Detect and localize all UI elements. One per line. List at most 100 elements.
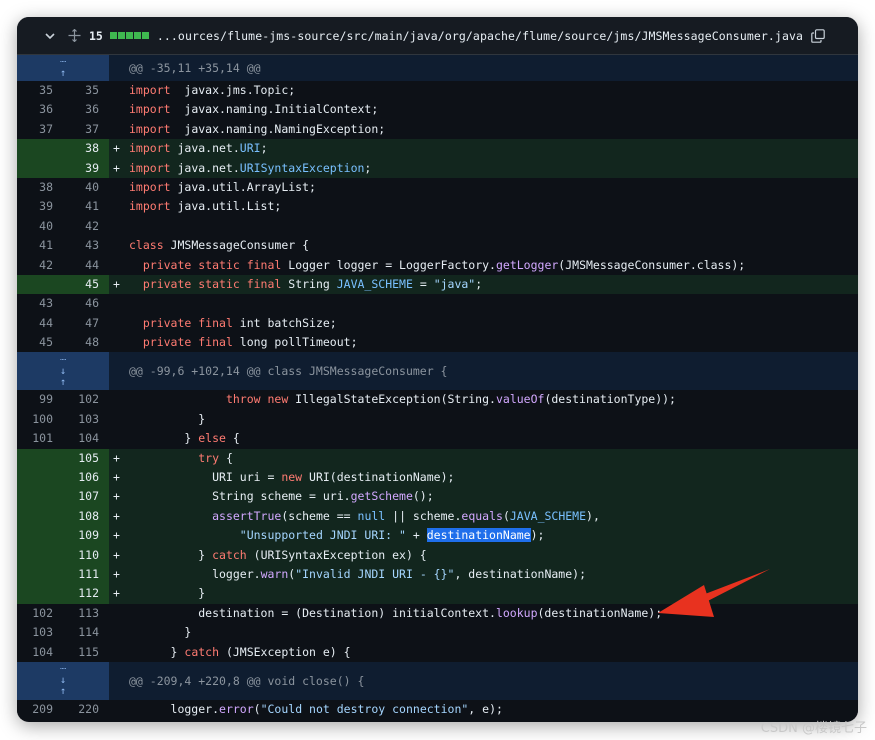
- new-line-number[interactable]: 35: [63, 81, 109, 100]
- new-line-number[interactable]: 47: [63, 314, 109, 333]
- code-token: URI uri =: [129, 470, 282, 485]
- new-line-number[interactable]: 108: [63, 506, 109, 527]
- copy-icon[interactable]: [811, 28, 825, 43]
- old-line-number[interactable]: 209: [17, 700, 63, 719]
- change-count: 15: [89, 28, 103, 43]
- old-line-number[interactable]: [17, 526, 63, 546]
- code-token: }: [129, 431, 199, 446]
- code-text: URI uri = new URI(destinationName);: [123, 468, 858, 487]
- new-line-number[interactable]: 107: [63, 487, 109, 507]
- old-line-number[interactable]: 44: [17, 314, 63, 333]
- new-line-number[interactable]: 105: [63, 448, 109, 469]
- diff-sign: +: [113, 470, 120, 485]
- new-line-number[interactable]: 115: [63, 643, 109, 662]
- diff-sign: [109, 429, 123, 448]
- new-line-number[interactable]: 112: [63, 584, 109, 604]
- new-line-number[interactable]: 48: [63, 333, 109, 352]
- old-line-number[interactable]: [17, 158, 63, 178]
- code-text: private final int batchSize;: [123, 314, 858, 333]
- added-line: 107 + String scheme = uri.getScheme();: [17, 487, 858, 507]
- code-token: private static final: [142, 257, 282, 272]
- old-line-number[interactable]: 102: [17, 604, 63, 623]
- old-line-number[interactable]: [17, 487, 63, 507]
- old-line-number[interactable]: 45: [17, 333, 63, 352]
- expand-both-icon[interactable]: ┈ ↓ ↑: [17, 661, 109, 700]
- old-line-number[interactable]: 39: [17, 197, 63, 216]
- diff-sign: [109, 178, 123, 197]
- code-token: javax.naming.NamingException;: [170, 121, 386, 136]
- code-token: , destinationName);: [454, 566, 587, 581]
- old-line-number[interactable]: [17, 506, 63, 527]
- old-line-number[interactable]: 101: [17, 429, 63, 448]
- context-line: 101 104 } else {: [17, 429, 858, 449]
- old-line-number[interactable]: 38: [17, 178, 63, 197]
- diff-sign: [109, 120, 123, 139]
- code-token: destinationName: [426, 528, 531, 543]
- old-line-number[interactable]: 43: [17, 294, 63, 313]
- old-line-number[interactable]: 103: [17, 623, 63, 642]
- context-line: 209 220 logger.error("Could not destroy c…: [17, 699, 858, 720]
- new-line-number[interactable]: 39: [63, 158, 109, 178]
- old-line-number[interactable]: 36: [17, 100, 63, 119]
- old-line-number[interactable]: 104: [17, 643, 63, 662]
- chevron-down-icon[interactable]: [43, 29, 57, 43]
- old-line-number[interactable]: 40: [17, 217, 63, 236]
- old-line-number[interactable]: 37: [17, 120, 63, 139]
- new-line-number[interactable]: 42: [63, 217, 109, 236]
- new-line-number[interactable]: 38: [63, 139, 109, 159]
- new-line-number[interactable]: 36: [63, 100, 109, 119]
- old-line-number[interactable]: 42: [17, 256, 63, 275]
- diff-sign: [109, 294, 123, 313]
- file-path[interactable]: ...ources/flume-jms-source/src/main/java…: [157, 29, 803, 43]
- new-line-number[interactable]: 104: [63, 429, 109, 448]
- new-line-number[interactable]: 44: [63, 256, 109, 275]
- new-line-number[interactable]: 113: [63, 604, 109, 623]
- diff-sign: [109, 314, 123, 333]
- old-line-number[interactable]: [17, 584, 63, 604]
- old-line-number[interactable]: [17, 468, 63, 488]
- old-line-number[interactable]: 99: [17, 390, 63, 409]
- code-token: import: [129, 102, 171, 117]
- old-line-number[interactable]: [17, 274, 63, 295]
- code-token: valueOf: [495, 392, 545, 407]
- diff-sign: +: [113, 586, 120, 601]
- expand-up-icon[interactable]: ┈ ↑: [17, 55, 109, 81]
- code-token: URI(destinationName);: [302, 470, 455, 485]
- new-line-number[interactable]: 43: [63, 236, 109, 255]
- new-line-number[interactable]: 111: [63, 564, 109, 585]
- old-line-number[interactable]: 41: [17, 236, 63, 255]
- old-line-number[interactable]: 100: [17, 410, 63, 429]
- old-line-number[interactable]: [17, 448, 63, 469]
- new-line-number[interactable]: 40: [63, 178, 109, 197]
- new-line-number[interactable]: 109: [63, 526, 109, 546]
- old-line-number[interactable]: [17, 545, 63, 565]
- old-line-number[interactable]: [17, 139, 63, 159]
- expand-both-icon[interactable]: ┈ ↓ ↑: [17, 352, 109, 391]
- move-icon[interactable]: [67, 29, 81, 43]
- new-line-number[interactable]: 220: [63, 700, 109, 719]
- context-line: 43 46: [17, 294, 858, 314]
- new-line-number[interactable]: 46: [63, 294, 109, 313]
- new-line-number[interactable]: 110: [63, 545, 109, 565]
- new-line-number[interactable]: 41: [63, 197, 109, 216]
- code-token: private final: [142, 315, 233, 330]
- file-header: 15 ...ources/flume-jms-source/src/main/j…: [17, 17, 858, 55]
- new-line-number[interactable]: 103: [63, 410, 109, 429]
- added-line: 110 + } catch (URISyntaxException ex) {: [17, 545, 858, 565]
- old-line-number[interactable]: [17, 564, 63, 585]
- new-line-number[interactable]: 45: [63, 274, 109, 295]
- new-line-number[interactable]: 106: [63, 468, 109, 488]
- context-line: 100 103 }: [17, 409, 858, 430]
- code-token: warn: [260, 566, 289, 581]
- new-line-number[interactable]: 114: [63, 623, 109, 642]
- code-token: class: [129, 238, 164, 253]
- code-text: import javax.jms.Topic;: [123, 81, 858, 100]
- diff-sign: [109, 604, 123, 623]
- new-line-number[interactable]: 102: [63, 390, 109, 409]
- diff-sign: [109, 217, 123, 236]
- hunk-label: @@ -99,6 +102,14 @@ class JMSMessageCons…: [109, 352, 858, 391]
- old-line-number[interactable]: 35: [17, 81, 63, 100]
- new-line-number[interactable]: 37: [63, 120, 109, 139]
- context-line: 40 42: [17, 216, 858, 237]
